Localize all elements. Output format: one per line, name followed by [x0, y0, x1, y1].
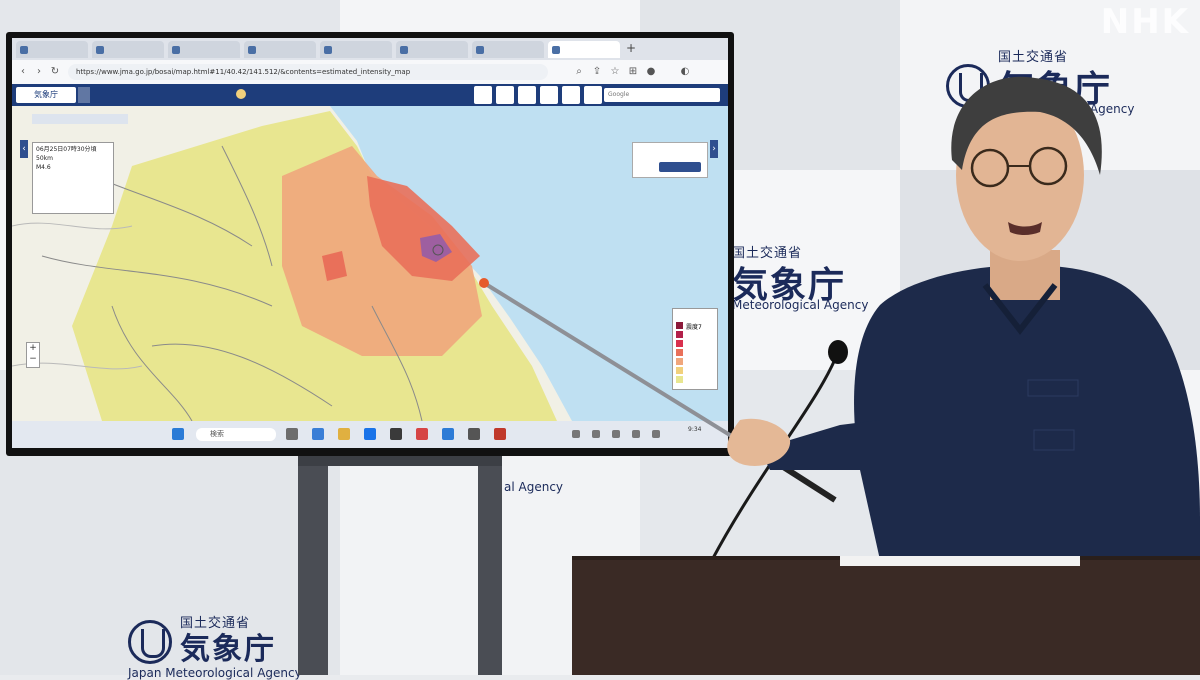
- chest-emblem: [1027, 379, 1079, 397]
- jacket: [854, 264, 1200, 560]
- podium: [572, 560, 1200, 675]
- paper-on-podium: [840, 556, 1080, 566]
